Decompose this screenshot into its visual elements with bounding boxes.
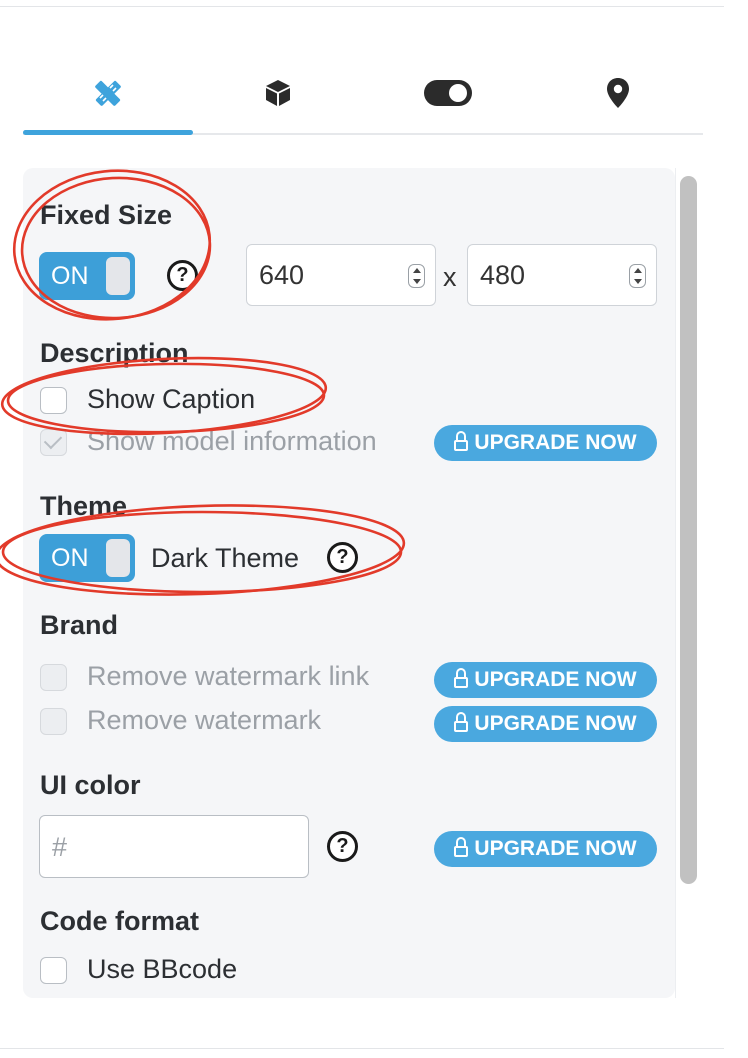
cube-icon [266, 80, 290, 106]
top-divider [0, 6, 724, 7]
remove-watermark-link-checkbox [40, 664, 67, 691]
size-separator: x [443, 262, 457, 292]
fixed-size-heading: Fixed Size [40, 200, 173, 230]
tab-design[interactable] [23, 58, 193, 128]
ui-color-input[interactable]: # [39, 815, 309, 878]
width-spinner-icon[interactable] [408, 264, 425, 288]
description-heading: Description [40, 338, 189, 368]
fixed-size-help-icon[interactable]: ? [167, 260, 198, 291]
dark-theme-help-icon[interactable]: ? [327, 542, 358, 573]
toggle-knob [106, 257, 130, 295]
upgrade-button-ui-color[interactable]: UPGRADE NOW [434, 831, 657, 867]
remove-watermark-label: Remove watermark [87, 705, 322, 735]
scrollbar-thumb[interactable] [680, 176, 697, 884]
map-pin-icon [607, 78, 629, 108]
toggle-on-label: ON [51, 262, 89, 290]
remove-watermark-checkbox [40, 708, 67, 735]
lock-icon [454, 711, 469, 734]
theme-heading: Theme [40, 491, 128, 521]
lock-icon [454, 836, 469, 859]
bottom-divider [0, 1048, 724, 1049]
upgrade-label: UPGRADE NOW [474, 712, 637, 735]
ui-color-placeholder: # [52, 832, 68, 862]
dark-theme-label: Dark Theme [151, 543, 300, 573]
toggle-on-label: ON [51, 544, 89, 572]
tab-options[interactable] [363, 58, 533, 128]
use-bbcode-label[interactable]: Use BBcode [87, 954, 237, 985]
pencil-ruler-icon [95, 80, 121, 106]
tab-bar [23, 58, 703, 136]
checkmark-icon [43, 430, 63, 450]
show-model-info-checkbox [40, 429, 67, 456]
height-value: 480 [480, 260, 526, 290]
upgrade-label: UPGRADE NOW [474, 668, 637, 691]
dark-theme-toggle[interactable]: ON [39, 534, 135, 582]
tab-location[interactable] [533, 58, 703, 128]
lock-icon [454, 430, 469, 453]
upgrade-label: UPGRADE NOW [474, 837, 637, 860]
toggle-icon [424, 80, 472, 106]
upgrade-button-watermark-link[interactable]: UPGRADE NOW [434, 662, 657, 698]
lock-icon [454, 667, 469, 690]
upgrade-label: UPGRADE NOW [474, 431, 637, 454]
show-caption-label[interactable]: Show Caption [87, 384, 255, 415]
fixed-size-toggle[interactable]: ON [39, 252, 135, 300]
toggle-knob [106, 539, 130, 577]
use-bbcode-checkbox[interactable] [40, 957, 67, 984]
ui-color-heading: UI color [40, 770, 141, 800]
remove-watermark-link-label: Remove watermark link [87, 661, 370, 691]
tab-3d[interactable] [193, 58, 363, 128]
show-caption-checkbox[interactable] [40, 387, 67, 414]
height-spinner-icon[interactable] [629, 264, 646, 288]
code-format-heading: Code format [40, 906, 200, 936]
active-tab-indicator [23, 130, 193, 135]
show-model-info-label: Show model information [87, 426, 377, 456]
upgrade-button-model-info[interactable]: UPGRADE NOW [434, 425, 657, 461]
height-input[interactable]: 480 [467, 244, 657, 306]
upgrade-button-watermark[interactable]: UPGRADE NOW [434, 706, 657, 742]
brand-heading: Brand [40, 610, 119, 640]
ui-color-help-icon[interactable]: ? [327, 831, 358, 862]
width-value: 640 [259, 260, 305, 290]
width-input[interactable]: 640 [246, 244, 436, 306]
